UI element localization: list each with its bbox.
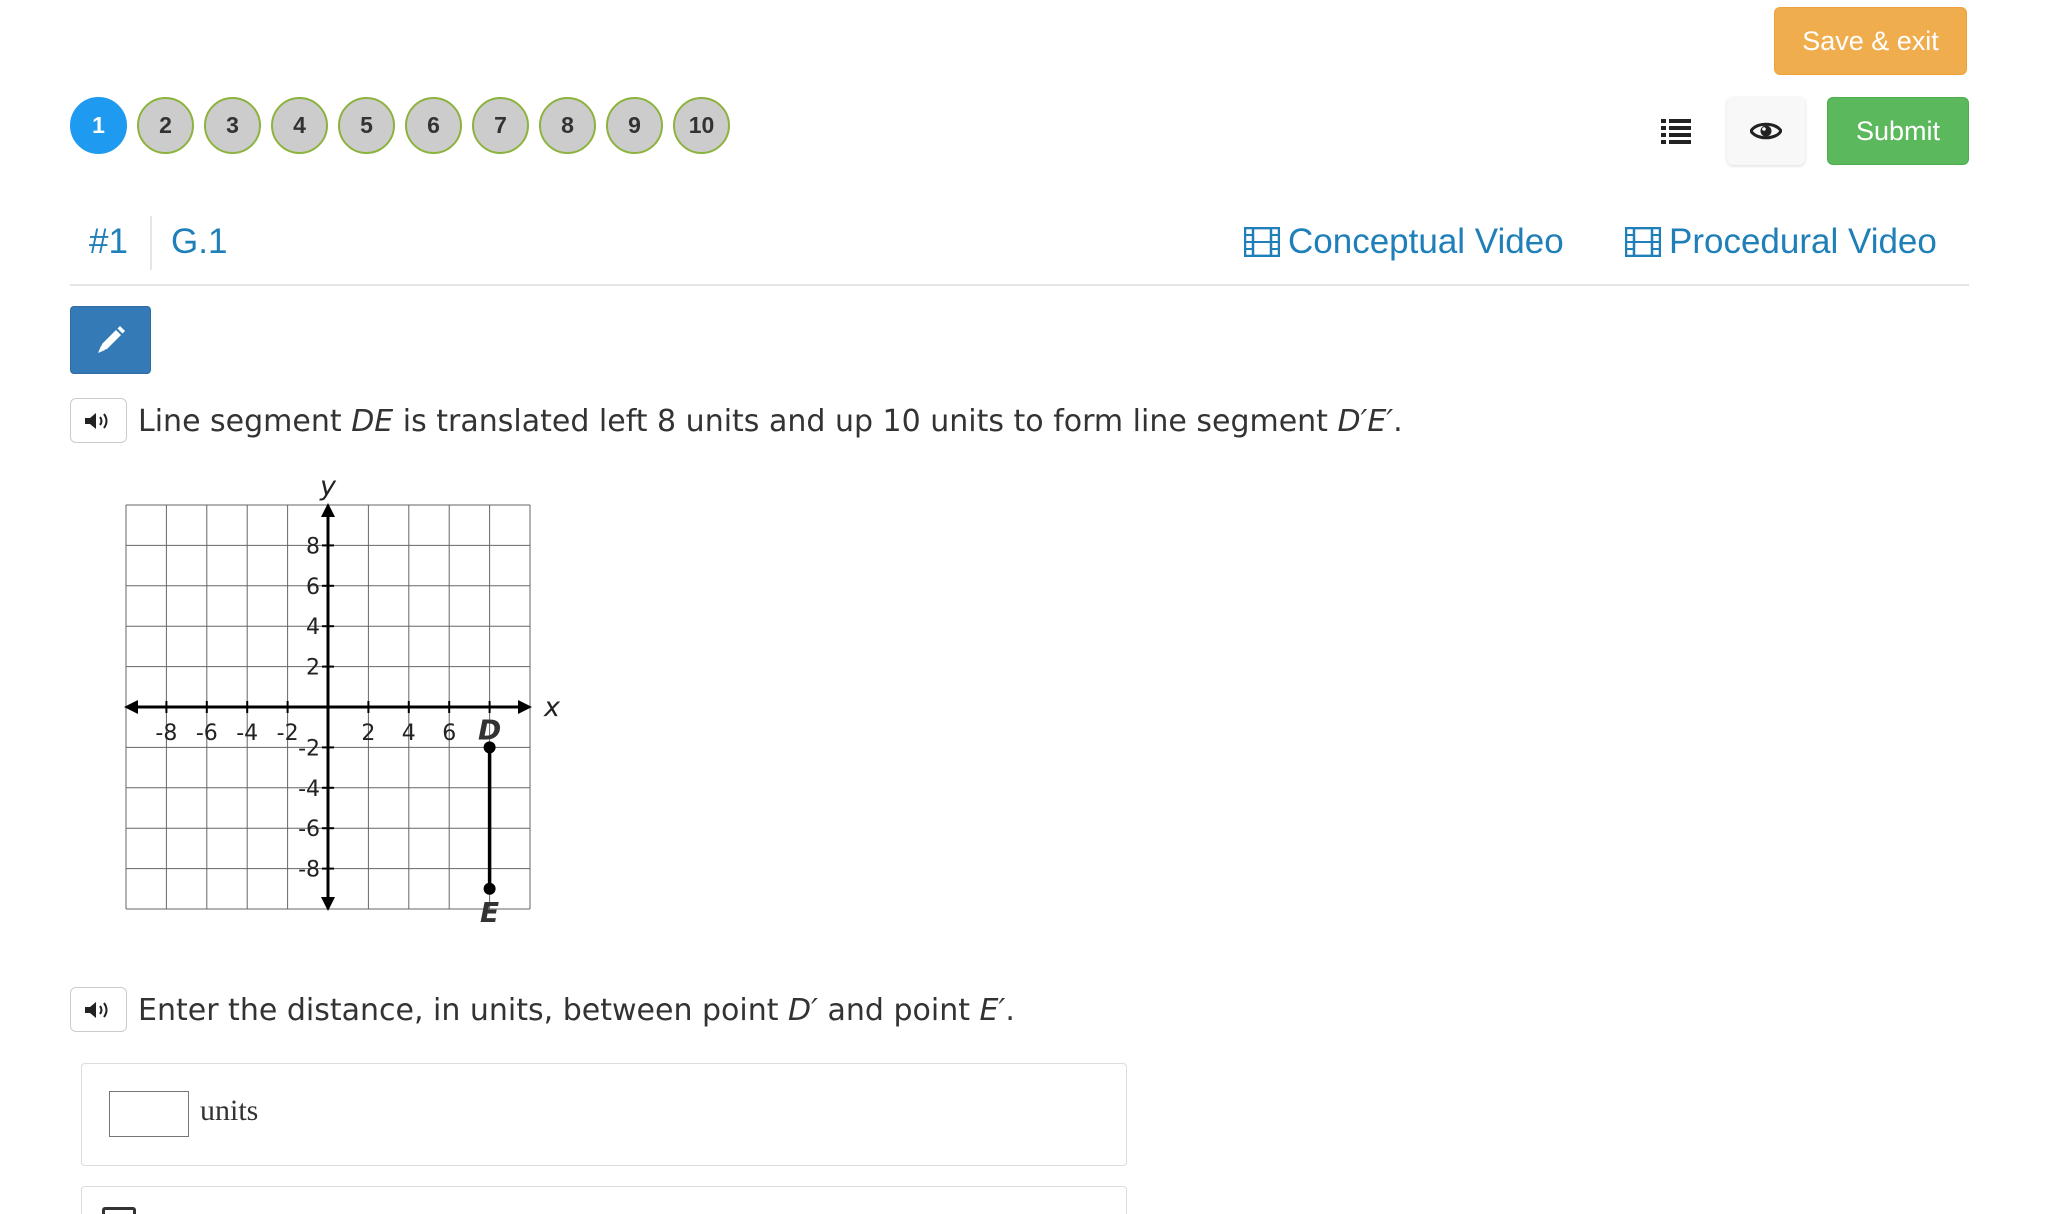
- question-1-button[interactable]: 1: [70, 97, 127, 154]
- read-aloud-button[interactable]: [70, 398, 127, 443]
- secondary-answer-panel: [81, 1186, 1127, 1214]
- conceptual-video-link[interactable]: Conceptual Video: [1244, 222, 1564, 262]
- question-8-button[interactable]: 8: [539, 97, 596, 154]
- film-icon: [1625, 227, 1661, 257]
- x-tick-label: -4: [236, 721, 258, 746]
- y-axis-label: y: [319, 471, 337, 502]
- point-e: [483, 882, 496, 895]
- header-rule: [70, 284, 1969, 286]
- question-prompt: Line segment DE is translated left 8 uni…: [138, 404, 1403, 439]
- x-tick-label: -8: [155, 721, 177, 746]
- speaker-icon: [84, 412, 107, 429]
- y-tick-label: -4: [298, 777, 320, 802]
- y-tick-label: -6: [298, 817, 320, 842]
- pencil-icon: [97, 326, 125, 353]
- save-exit-button[interactable]: Save & exit: [1774, 7, 1967, 75]
- question-6-button[interactable]: 6: [405, 97, 462, 154]
- y-tick-label: 8: [306, 534, 320, 559]
- scratchpad-button[interactable]: [70, 306, 151, 374]
- checkbox[interactable]: [102, 1207, 136, 1214]
- procedural-video-link[interactable]: Procedural Video: [1625, 222, 1937, 262]
- question-10-button[interactable]: 10: [673, 97, 730, 154]
- question-9-button[interactable]: 9: [606, 97, 663, 154]
- procedural-video-label: Procedural Video: [1669, 222, 1937, 261]
- preview-toggle-button[interactable]: [1727, 97, 1805, 165]
- x-tick-label: 6: [442, 721, 456, 746]
- assessment-page: Save & exit 1 2 3 4 5 6 7 8 9 10 Submit: [0, 0, 2048, 1214]
- question-3-button[interactable]: 3: [204, 97, 261, 154]
- eye-icon: [1750, 122, 1782, 140]
- speaker-icon: [84, 1001, 107, 1018]
- x-tick-label: 2: [361, 721, 375, 746]
- film-icon: [1244, 227, 1280, 257]
- unit-label: units: [200, 1094, 259, 1127]
- y-tick-label: 6: [306, 575, 320, 600]
- point-label-d: D: [478, 713, 501, 746]
- list-icon: [1661, 119, 1691, 144]
- point-label-e: E: [480, 896, 499, 929]
- y-tick-label: 2: [306, 656, 320, 681]
- coordinate-graph: -8 -6 -4 -2 2 4 6 8 6 4 2 -2 -4 -6 -8 x y D E: [124, 471, 561, 929]
- answer-prompt: Enter the distance, in units, between po…: [138, 993, 1015, 1028]
- conceptual-video-label: Conceptual Video: [1288, 222, 1564, 261]
- answer-panel: units: [81, 1063, 1127, 1166]
- y-tick-label: 4: [306, 615, 320, 640]
- y-tick-label: -8: [298, 858, 320, 883]
- question-4-button[interactable]: 4: [271, 97, 328, 154]
- header-divider: [150, 216, 152, 270]
- read-aloud-button[interactable]: [70, 987, 127, 1032]
- question-7-button[interactable]: 7: [472, 97, 529, 154]
- question-5-button[interactable]: 5: [338, 97, 395, 154]
- x-axis-label: x: [543, 692, 561, 723]
- x-tick-label: 4: [402, 721, 416, 746]
- x-tick-label: -2: [277, 721, 299, 746]
- y-tick-label: -2: [298, 736, 320, 761]
- distance-input[interactable]: [109, 1091, 189, 1137]
- question-list-button[interactable]: [1646, 97, 1706, 165]
- question-2-button[interactable]: 2: [137, 97, 194, 154]
- question-number: #1: [89, 222, 128, 261]
- x-tick-label: -6: [196, 721, 218, 746]
- standard-link[interactable]: G.1: [171, 222, 227, 262]
- submit-button[interactable]: Submit: [1827, 97, 1969, 165]
